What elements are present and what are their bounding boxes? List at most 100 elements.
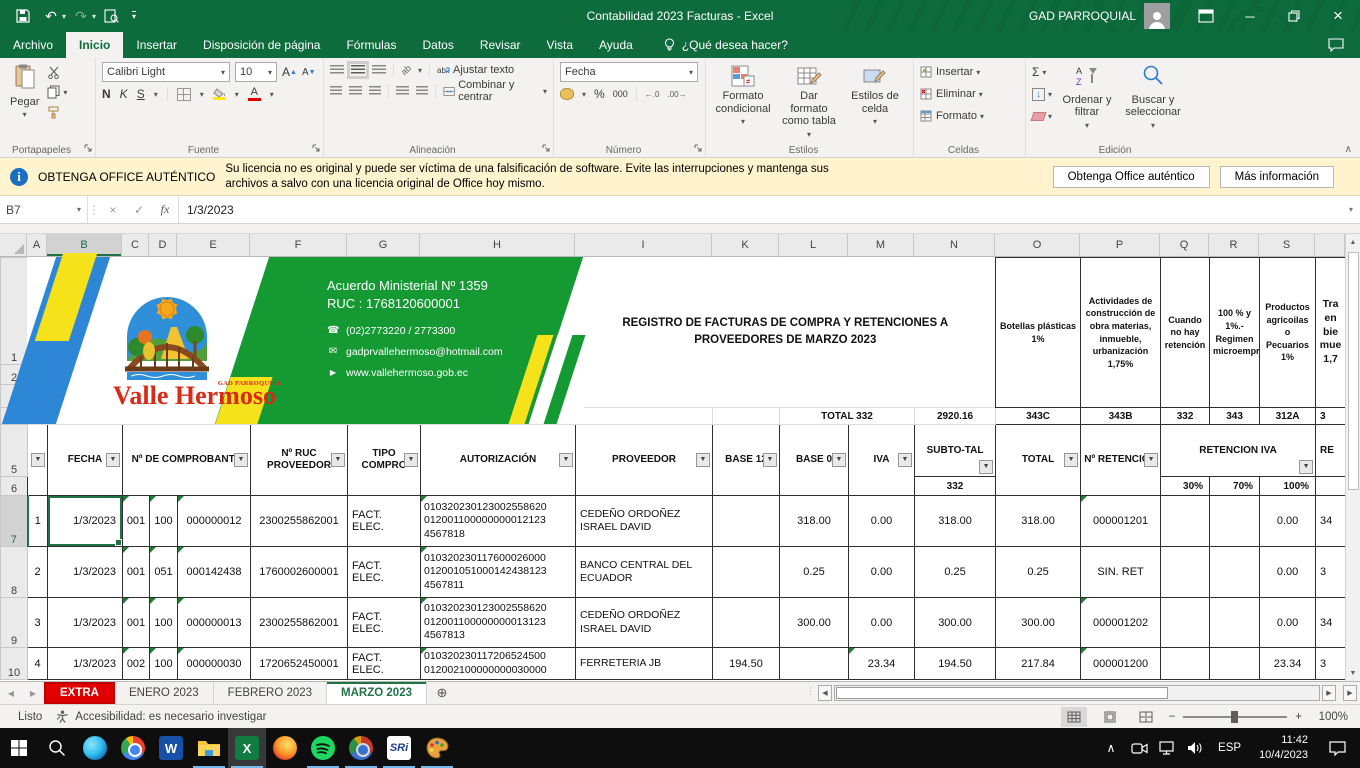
tab-ayuda[interactable]: Ayuda: [586, 32, 646, 58]
cell[interactable]: [1161, 496, 1210, 547]
header-base0[interactable]: BASE 0▼: [780, 425, 849, 496]
sort-filter-button[interactable]: AZ Ordenar y filtrar▾: [1056, 62, 1118, 141]
taskbar-paint-icon[interactable]: [418, 728, 456, 768]
header-nretencion[interactable]: Nº RETENCION▼: [1081, 425, 1161, 496]
align-left-icon[interactable]: [330, 86, 342, 96]
col-R[interactable]: R: [1209, 234, 1259, 257]
cell[interactable]: 000000013: [178, 598, 251, 648]
format-cells-button[interactable]: Formato▾: [920, 108, 984, 124]
code-clipped[interactable]: 3: [1316, 408, 1346, 425]
increase-decimal-icon[interactable]: ←.0: [645, 90, 660, 99]
taskbar-firefox-icon[interactable]: [266, 728, 304, 768]
cell[interactable]: 318.00: [780, 496, 849, 547]
cell[interactable]: 23.34: [849, 648, 915, 680]
cell[interactable]: 217.84: [996, 648, 1081, 680]
selected-cell-B7[interactable]: 1/3/2023: [48, 496, 123, 547]
taskbar-search-icon[interactable]: [38, 728, 76, 768]
italic-button[interactable]: K: [120, 87, 128, 101]
row-header-8[interactable]: 8: [1, 547, 28, 598]
col-C[interactable]: C: [122, 234, 149, 257]
subtotal-code-cell[interactable]: 332: [915, 477, 996, 496]
expand-formula-bar-icon[interactable]: ▾: [1342, 196, 1360, 223]
cell[interactable]: [1210, 648, 1260, 680]
wrap-text-button[interactable]: ab Ajustar texto: [437, 62, 514, 78]
shrink-font-icon[interactable]: A▼: [302, 67, 316, 78]
filter-button[interactable]: ▼: [979, 460, 993, 474]
zoom-percentage[interactable]: 100%: [1312, 711, 1348, 723]
align-right-icon[interactable]: [369, 86, 381, 96]
account-name[interactable]: GAD PARROQUIAL: [1029, 9, 1136, 23]
font-size-select[interactable]: 10▾: [235, 62, 277, 82]
tax-header-botellas[interactable]: Botellas plásticas 1%: [996, 258, 1081, 408]
filter-button[interactable]: ▼: [404, 453, 418, 467]
comments-icon[interactable]: [1328, 32, 1360, 58]
minimize-button[interactable]: ─: [1228, 0, 1272, 32]
decrease-indent-icon[interactable]: [396, 86, 408, 96]
cell[interactable]: 23.34: [1260, 648, 1316, 680]
filter-button[interactable]: ▼: [763, 453, 777, 467]
hscroll-right-icon[interactable]: ▶: [1322, 685, 1336, 701]
col-N[interactable]: N: [914, 234, 995, 257]
cell[interactable]: 3: [1316, 648, 1346, 680]
header-iva[interactable]: IVA▼: [849, 425, 915, 496]
cell[interactable]: 300.00: [915, 598, 996, 648]
zoom-out-icon[interactable]: −: [1169, 711, 1176, 723]
header-subtotal[interactable]: SUBTO-TAL▼: [915, 425, 996, 477]
cell[interactable]: 0.00: [849, 598, 915, 648]
grow-font-icon[interactable]: A▲: [282, 65, 297, 79]
ret-30-cell[interactable]: 30%: [1161, 477, 1210, 496]
sheet-tab-febrero[interactable]: FEBRERO 2023: [214, 682, 327, 704]
cell[interactable]: 0.25: [780, 547, 849, 598]
format-painter-icon[interactable]: [47, 104, 67, 120]
cell[interactable]: 001: [123, 598, 150, 648]
insert-function-icon[interactable]: fx: [152, 196, 178, 223]
page-layout-view-icon[interactable]: [1097, 707, 1123, 727]
row-header-9[interactable]: 9: [1, 598, 28, 648]
cell[interactable]: 002: [123, 648, 150, 680]
cell[interactable]: 300.00: [996, 598, 1081, 648]
ribbon-display-options-icon[interactable]: [1184, 0, 1228, 32]
accounting-format-icon[interactable]: [560, 88, 574, 100]
print-preview-icon[interactable]: [98, 3, 124, 29]
cell[interactable]: 34: [1316, 598, 1346, 648]
number-format-select[interactable]: Fecha▾: [560, 62, 698, 82]
taskbar-word-icon[interactable]: W: [152, 728, 190, 768]
cell[interactable]: 100: [150, 496, 178, 547]
cell[interactable]: 0.00: [849, 547, 915, 598]
cell[interactable]: SIN. RET: [1081, 547, 1161, 598]
cell[interactable]: 2300255862001: [251, 496, 348, 547]
cell[interactable]: 010320230123002558620 012001100000000012…: [421, 496, 576, 547]
autosum-icon[interactable]: Σ▾: [1032, 64, 1052, 80]
cell[interactable]: 010320230123002558620 012001100000000013…: [421, 598, 576, 648]
code-343c[interactable]: 343C: [996, 408, 1081, 425]
cell[interactable]: BANCO CENTRAL DEL ECUADOR: [576, 547, 713, 598]
formula-input[interactable]: 1/3/2023: [178, 196, 1342, 223]
sheet-nav-left-icon[interactable]: ◀: [0, 682, 22, 704]
page-break-view-icon[interactable]: [1133, 707, 1159, 727]
col-D[interactable]: D: [149, 234, 177, 257]
sheet-tab-marzo[interactable]: MARZO 2023: [327, 682, 427, 704]
insert-cells-button[interactable]: Insertar▾: [920, 64, 984, 80]
cell[interactable]: [713, 598, 780, 648]
decrease-decimal-icon[interactable]: .00→: [667, 90, 686, 99]
tax-header-construccion[interactable]: Actividades de construcción de obra mate…: [1081, 258, 1161, 408]
close-button[interactable]: ×: [1316, 0, 1360, 32]
cell[interactable]: 010320230117206524500 012002100000000030…: [421, 648, 576, 680]
cell[interactable]: 0.25: [996, 547, 1081, 598]
zoom-in-icon[interactable]: +: [1295, 711, 1302, 723]
horizontal-scrollbar[interactable]: [834, 685, 1320, 701]
zoom-slider-thumb[interactable]: [1231, 711, 1238, 723]
cell[interactable]: CEDEÑO ORDOÑEZ ISRAEL DAVID: [576, 598, 713, 648]
header-retencion-iva[interactable]: RETENCION IVA▼: [1161, 425, 1316, 477]
row-header-5[interactable]: 5: [1, 425, 28, 477]
taskbar-explorer-icon[interactable]: [190, 728, 228, 768]
select-all-corner[interactable]: [0, 234, 27, 257]
increase-indent-icon[interactable]: [416, 86, 428, 96]
cell[interactable]: 0.00: [849, 496, 915, 547]
bold-button[interactable]: N: [102, 87, 111, 101]
cell[interactable]: [1210, 547, 1260, 598]
hscroll-left-icon[interactable]: ◀: [818, 685, 832, 701]
restore-button[interactable]: [1272, 0, 1316, 32]
cell[interactable]: 0.25: [915, 547, 996, 598]
new-sheet-button[interactable]: ⊕: [427, 682, 457, 704]
